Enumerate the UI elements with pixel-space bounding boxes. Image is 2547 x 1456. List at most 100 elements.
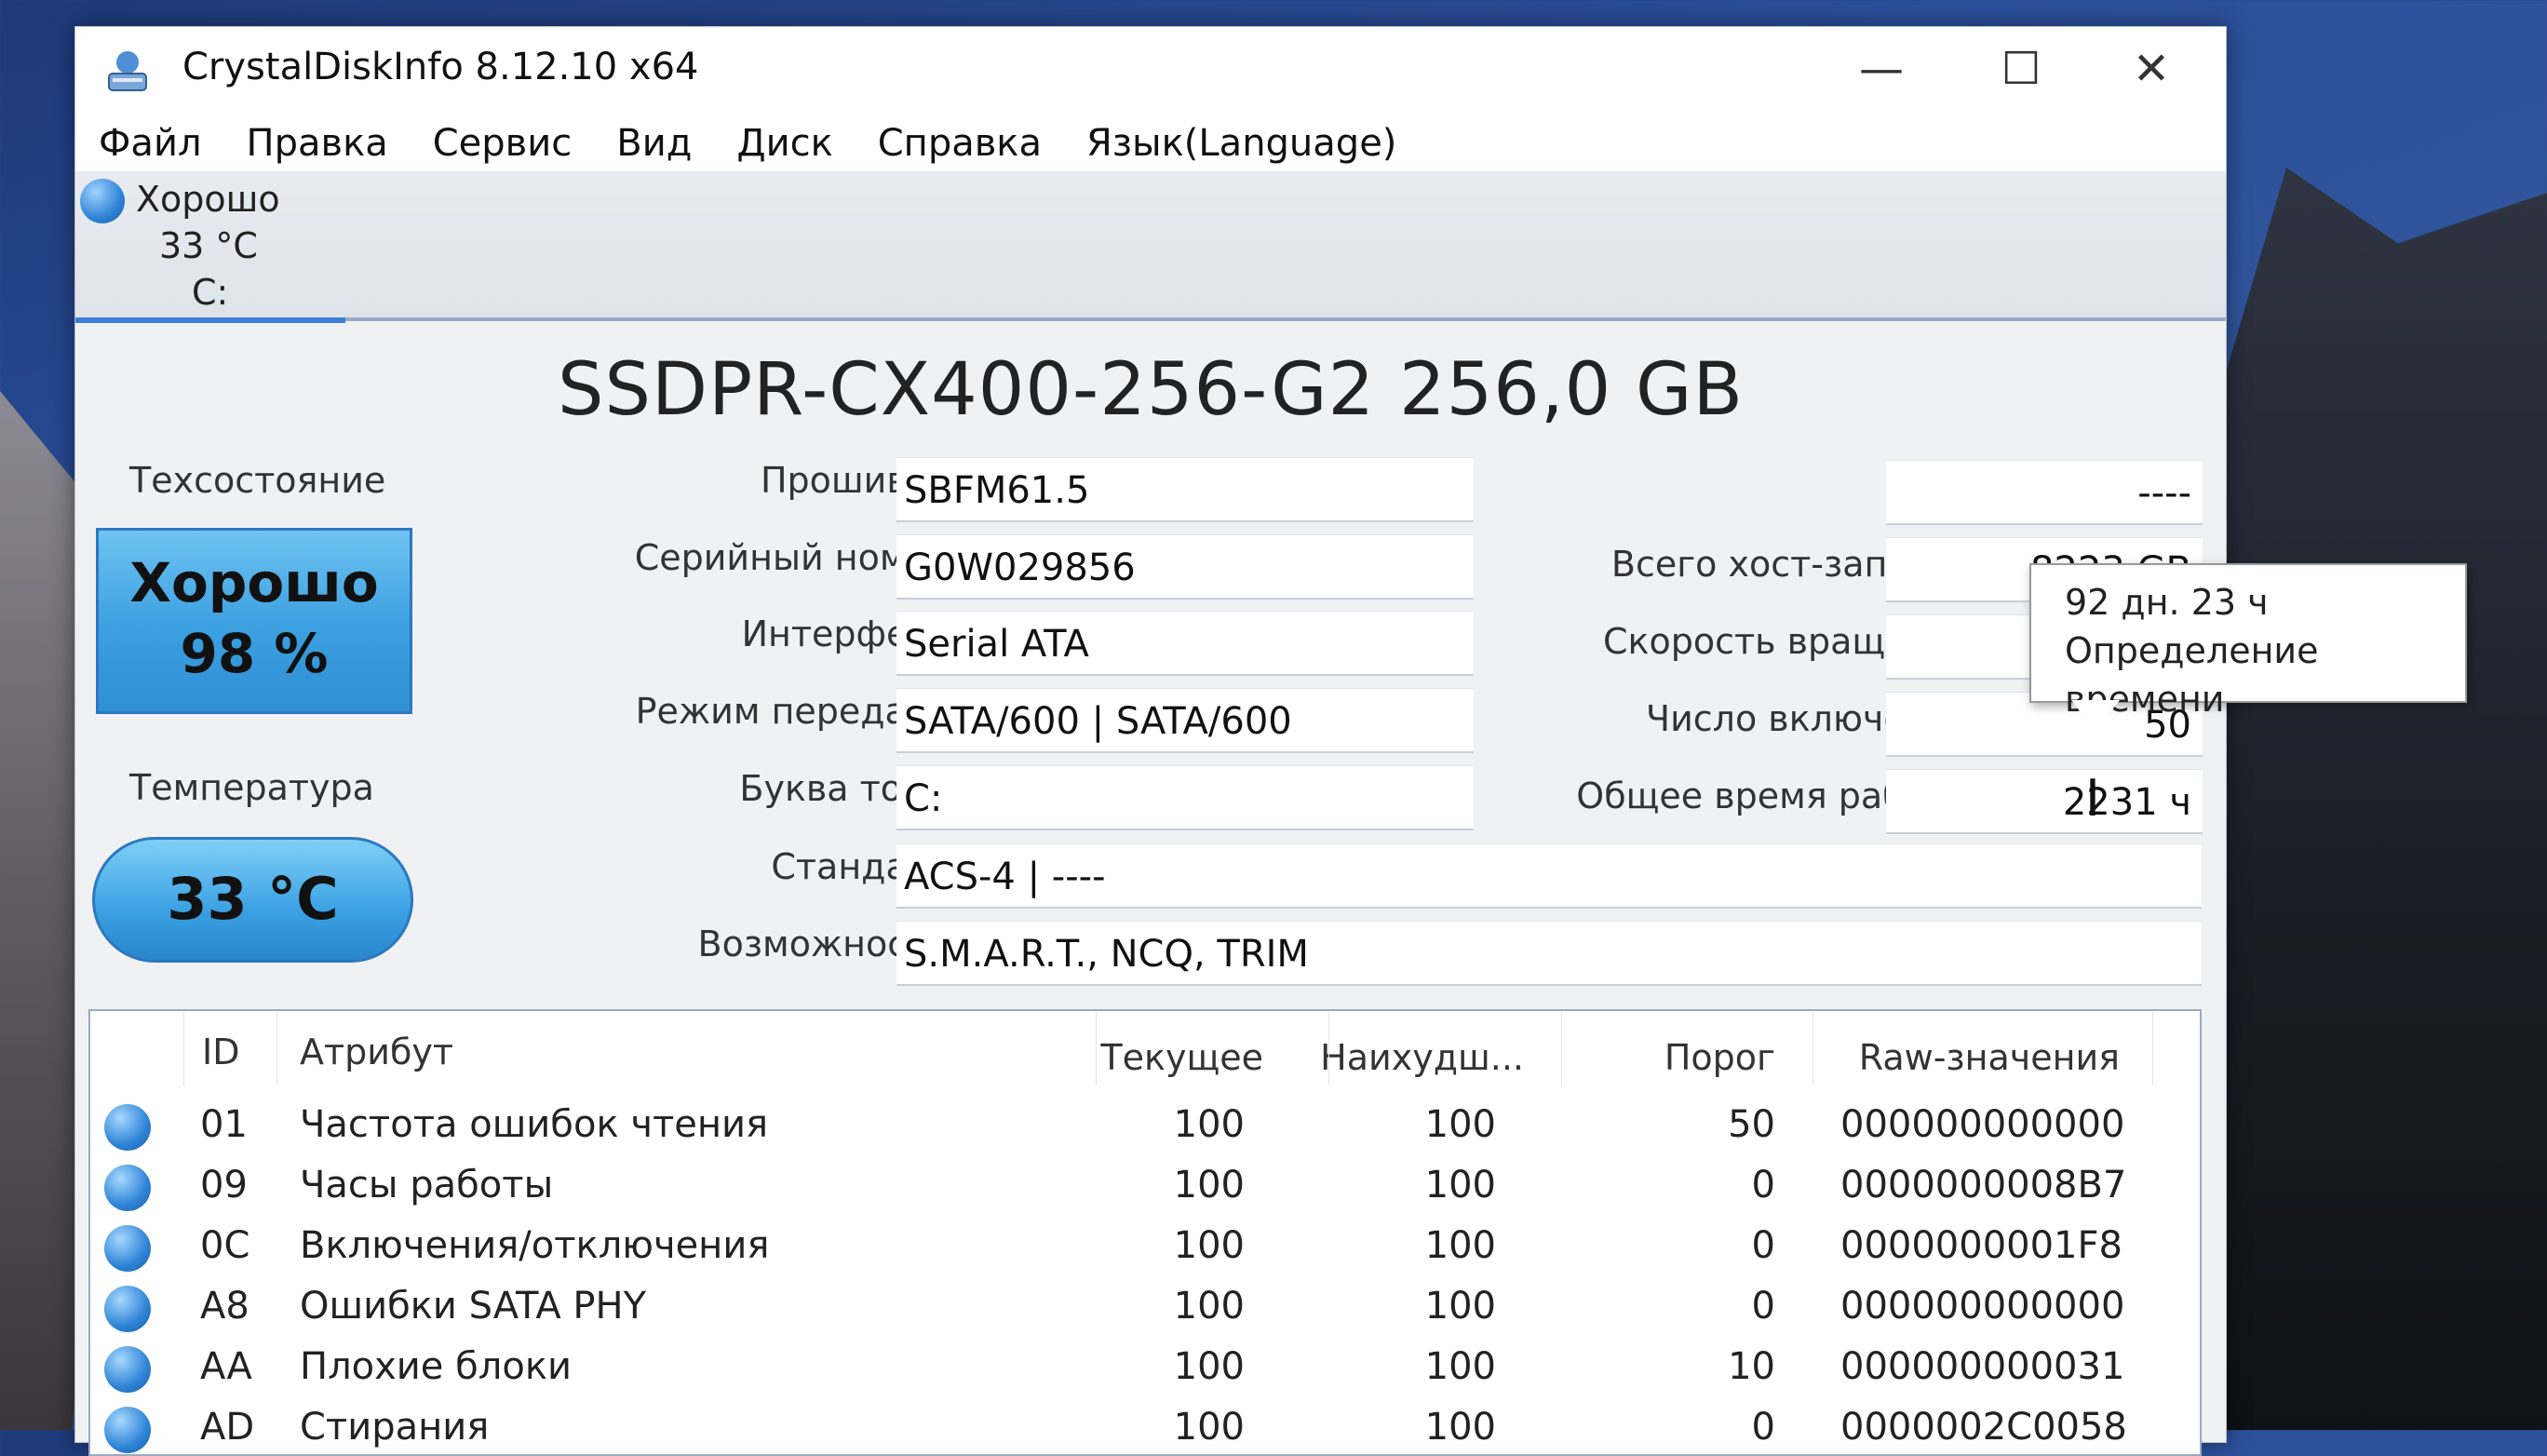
menu-disk[interactable]: Диск: [736, 122, 832, 165]
window-title: CrystalDiskInfo 8.12.10 x64: [182, 46, 699, 88]
row-current: 100: [1173, 1103, 1245, 1146]
menu-help[interactable]: Справка: [878, 122, 1042, 165]
serial-value: G0W029856: [896, 534, 1474, 600]
row-current: 100: [1173, 1345, 1245, 1388]
drive-letter-value: C:: [896, 765, 1474, 830]
col-header-current[interactable]: Текущее: [1058, 1037, 1263, 1078]
row-worst: 100: [1424, 1103, 1496, 1146]
row-current: 100: [1173, 1164, 1245, 1207]
column-divider: [1096, 1011, 1097, 1085]
row-attribute: Ошибки SATA PHY: [300, 1285, 647, 1328]
column-divider: [1561, 1011, 1562, 1085]
attribute-status-dot-icon: [104, 1165, 151, 1211]
menu-function[interactable]: Сервис: [433, 122, 573, 165]
drive-tab-status: Хорошо: [136, 179, 280, 220]
row-current: 100: [1173, 1406, 1245, 1449]
menu-language[interactable]: Язык(Language): [1086, 122, 1396, 165]
serial-label: Серийный номер: [634, 537, 950, 578]
firmware-value: SBFM61.5: [896, 457, 1474, 522]
row-attribute: Частота ошибок чтения: [300, 1103, 769, 1146]
tooltip-pointer: [2071, 700, 2120, 732]
transfer-mode-label: Режим передачи: [635, 691, 950, 732]
table-row[interactable]: A8 Ошибки SATA PHY 100 100 0 00000000000…: [90, 1276, 2200, 1336]
minimize-button[interactable]: —: [1826, 36, 1937, 101]
health-status-text: Хорошо: [129, 551, 379, 614]
col-header-attribute[interactable]: Атрибут: [300, 1031, 453, 1072]
attribute-status-dot-icon: [104, 1225, 151, 1272]
health-status-dot-icon: [80, 179, 125, 223]
row-current: 100: [1173, 1285, 1245, 1328]
row-raw: 000000000031: [1840, 1345, 2125, 1388]
drive-selector-bar: Хорошо 33 °C C:: [75, 171, 2226, 323]
menu-edit[interactable]: Правка: [247, 122, 388, 165]
menu-bar: Файл Правка Сервис Вид Диск Справка Язык…: [75, 115, 2226, 171]
drive-tab-letter: C:: [192, 272, 229, 313]
power-on-time-tooltip: 92 дн. 23 ч Определение времени: [2029, 563, 2467, 720]
table-row[interactable]: 01 Частота ошибок чтения 100 100 50 0000…: [90, 1095, 2200, 1154]
background-mountain-right: [2175, 168, 2547, 1430]
row-raw: 0000000001F8: [1840, 1224, 2122, 1267]
drive-model-title: SSDPR-CX400-256-G2 256,0 GB: [557, 348, 1744, 432]
row-raw: 0000000008B7: [1840, 1164, 2127, 1207]
health-status-box[interactable]: Хорошо 98 %: [96, 528, 412, 714]
row-threshold: 10: [1728, 1345, 1775, 1388]
table-row[interactable]: 0C Включения/отключения 100 100 0 000000…: [90, 1216, 2200, 1275]
crystaldiskinfo-app-icon: [108, 51, 147, 91]
column-divider: [2152, 1011, 2153, 1085]
drive-tab-c[interactable]: Хорошо 33 °C C:: [75, 171, 345, 323]
smart-attributes-table[interactable]: ID Атрибут Текущее Наихудш... Порог Raw-…: [88, 1009, 2202, 1456]
features-label: Возможности: [697, 923, 951, 964]
attribute-status-dot-icon: [104, 1346, 151, 1393]
table-row[interactable]: 09 Часы работы 100 100 0 0000000008B7: [90, 1155, 2200, 1215]
maximize-button[interactable]: ☐: [1965, 36, 2077, 101]
row-attribute: Часы работы: [300, 1164, 554, 1207]
row-worst: 100: [1424, 1406, 1496, 1449]
transfer-mode-value: SATA/600 | SATA/600: [896, 688, 1474, 753]
row-id: A8: [200, 1285, 249, 1328]
row-attribute: Плохие блоки: [300, 1345, 572, 1388]
row-attribute: Стирания: [300, 1406, 490, 1449]
interface-label: Интерфейс: [741, 613, 950, 654]
row-id: 01: [200, 1103, 248, 1146]
attribute-status-dot-icon: [104, 1104, 151, 1151]
row-attribute: Включения/отключения: [300, 1224, 770, 1267]
row-worst: 100: [1424, 1224, 1496, 1267]
interface-value: Serial ATA: [896, 611, 1474, 676]
tooltip-duration: 92 дн. 23 ч: [2065, 582, 2269, 623]
row-worst: 100: [1424, 1285, 1496, 1328]
row-id: 0C: [200, 1224, 250, 1267]
col-header-threshold[interactable]: Порог: [1580, 1037, 1775, 1078]
col-header-raw[interactable]: Raw-значения: [1840, 1037, 2120, 1078]
col-header-worst[interactable]: Наихудш...: [1300, 1037, 1524, 1078]
row-id: AD: [200, 1406, 255, 1449]
row-worst: 100: [1424, 1164, 1496, 1207]
attribute-status-dot-icon: [104, 1286, 151, 1332]
column-divider: [1328, 1011, 1329, 1085]
text-cursor-icon: Ι: [2085, 769, 2100, 828]
app-window: CrystalDiskInfo 8.12.10 x64 — ☐ ✕ Файл П…: [74, 26, 2227, 1456]
table-row[interactable]: AA Плохие блоки 100 100 10 000000000031: [90, 1337, 2200, 1396]
attribute-status-dot-icon: [104, 1407, 151, 1453]
row-id: AA: [200, 1345, 252, 1388]
tooltip-description: Определение времени: [2065, 630, 2319, 720]
standard-label: Стандарт: [771, 846, 950, 887]
menu-file[interactable]: Файл: [99, 122, 202, 165]
row-threshold: 0: [1751, 1285, 1775, 1328]
drive-letter-label: Буква тома: [739, 768, 950, 809]
column-divider: [183, 1011, 184, 1085]
health-percent: 98 %: [180, 622, 329, 685]
health-label: Техсостояние: [129, 460, 386, 501]
row-id: 09: [200, 1164, 248, 1207]
features-value: S.M.A.R.T., NCQ, TRIM: [896, 921, 2202, 986]
row-raw: 000000000000: [1840, 1103, 2125, 1146]
temperature-box[interactable]: 33 °C: [92, 837, 413, 963]
close-button[interactable]: ✕: [2096, 36, 2207, 101]
table-row[interactable]: AD Стирания 100 100 0 0000002C0058: [90, 1397, 2200, 1454]
column-divider: [276, 1011, 277, 1085]
standard-value: ACS-4 | ----: [896, 843, 2202, 909]
row-threshold: 50: [1728, 1103, 1775, 1146]
menu-view[interactable]: Вид: [616, 122, 692, 165]
power-on-hours-value[interactable]: 2231 ч: [1886, 769, 2203, 834]
col-header-id[interactable]: ID: [202, 1031, 239, 1072]
row-threshold: 0: [1751, 1224, 1775, 1267]
